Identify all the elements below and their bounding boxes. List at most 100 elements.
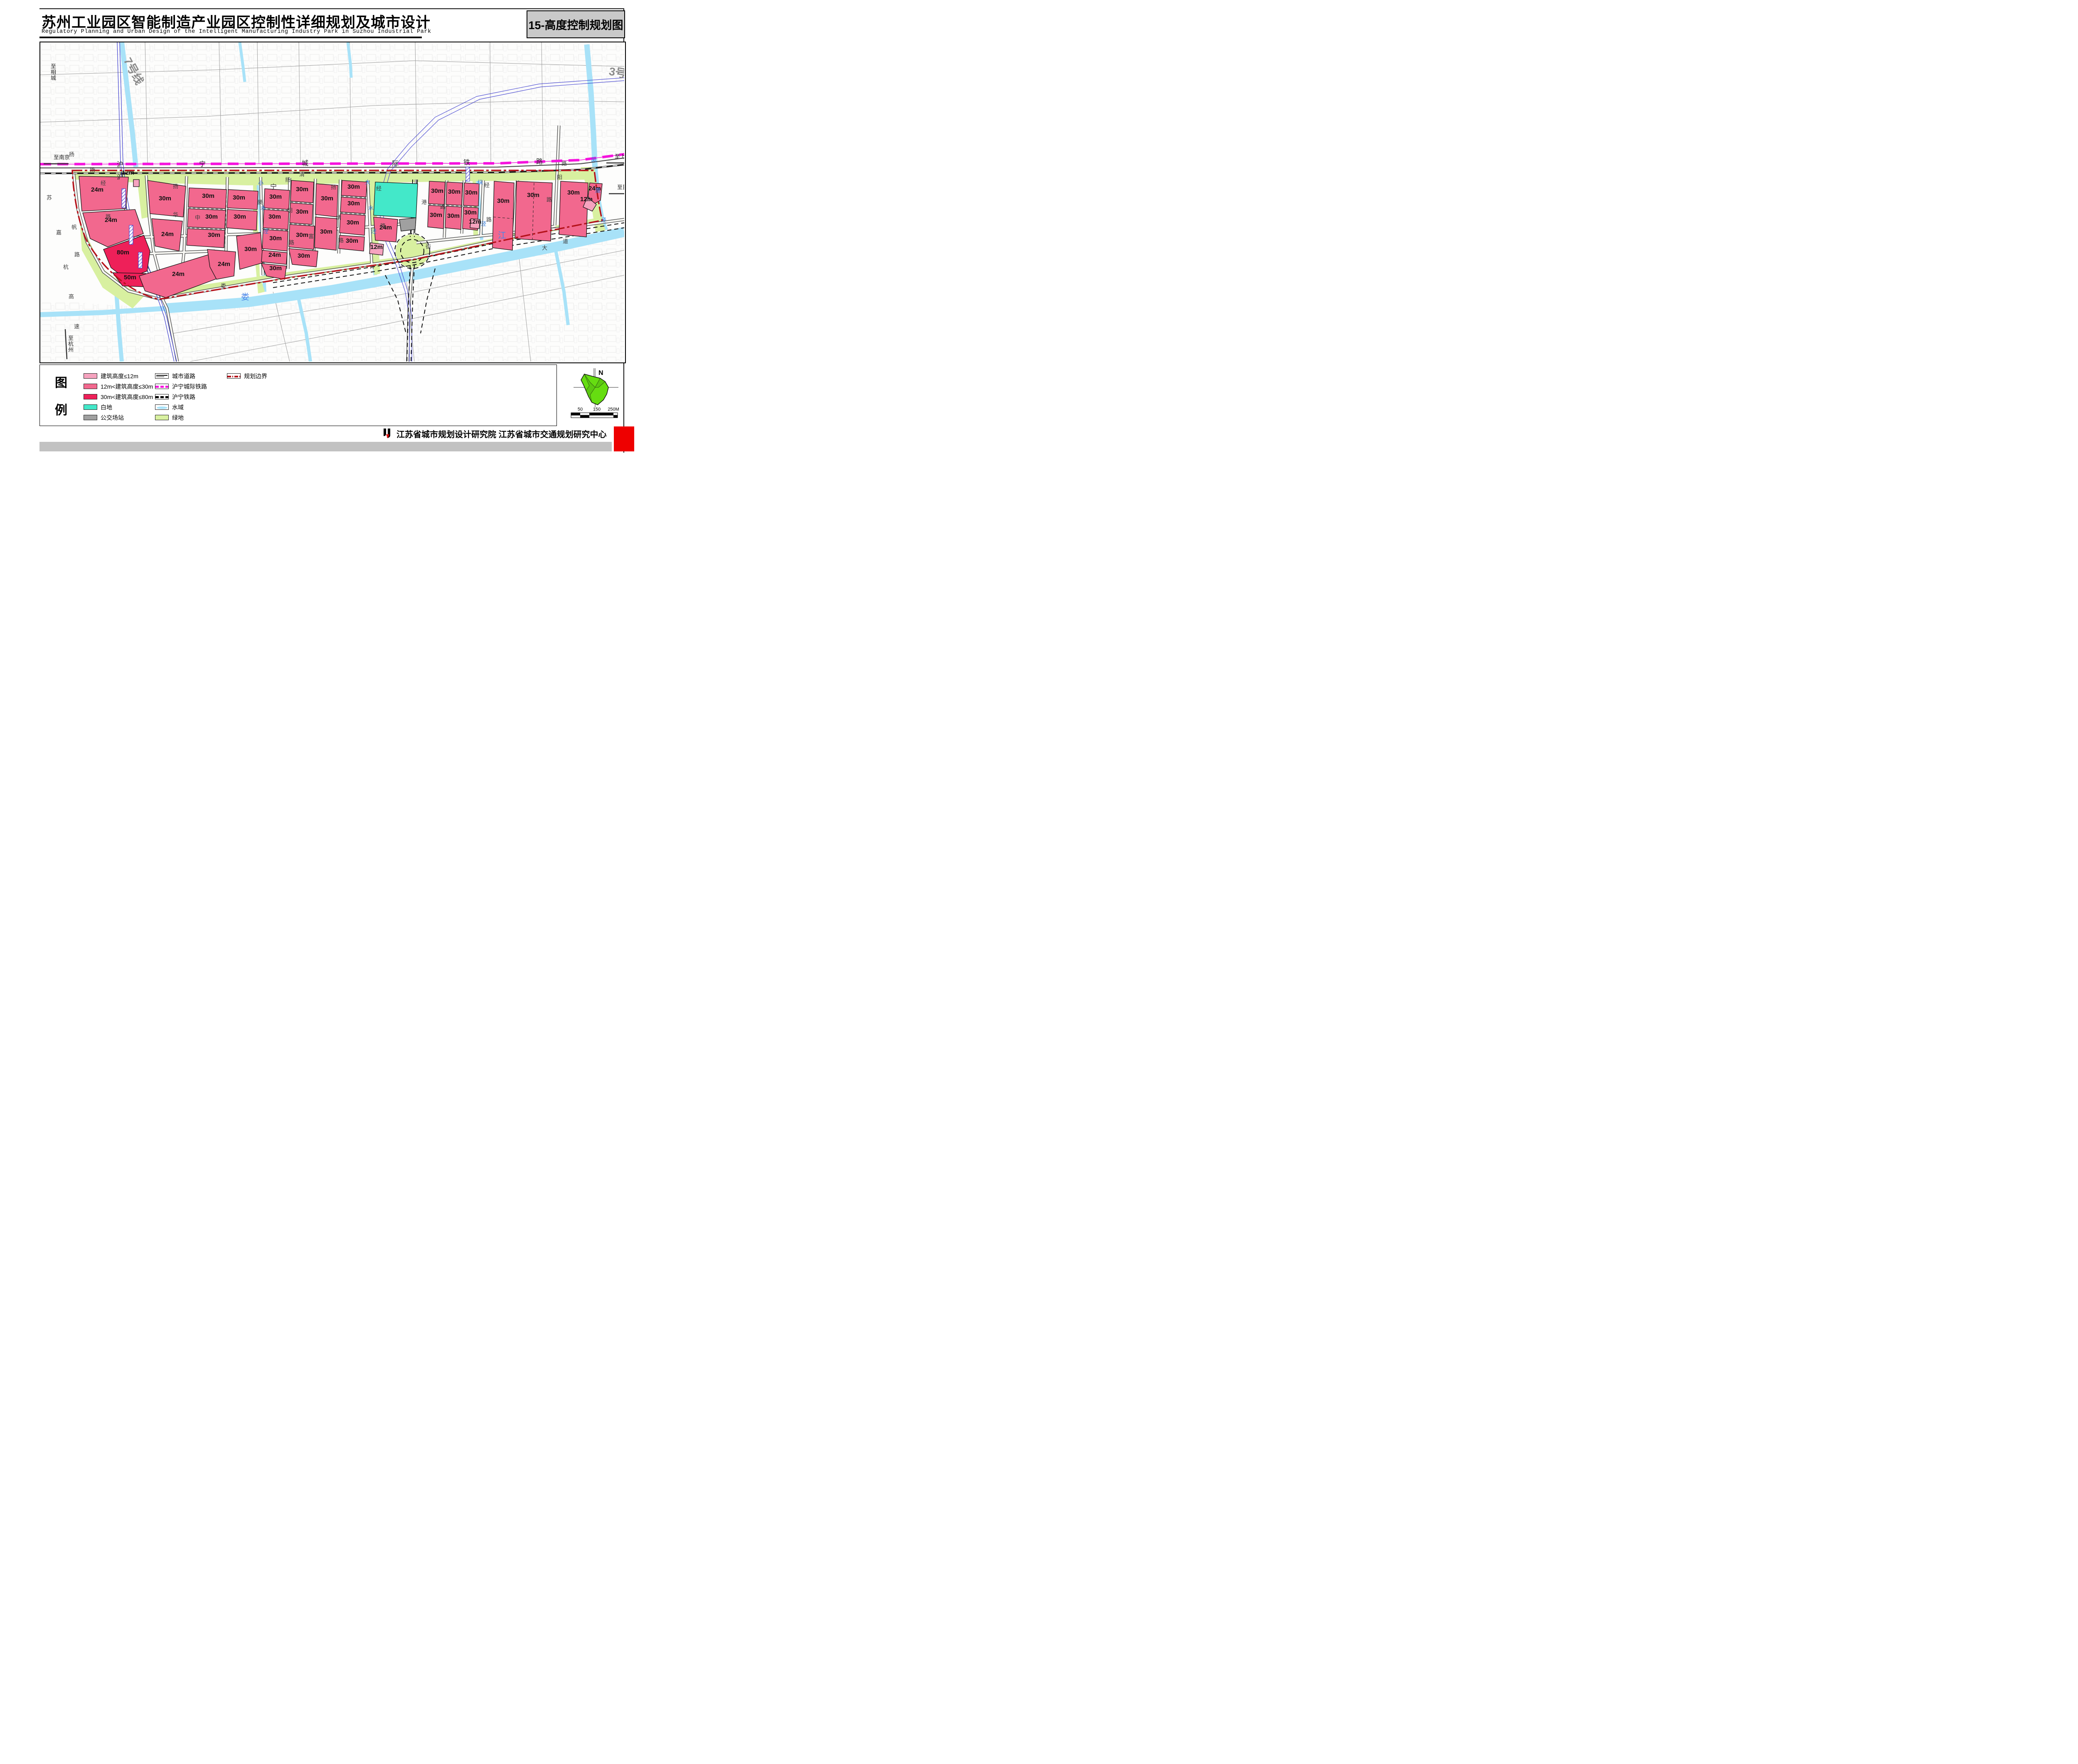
map-text-rd: 高 (69, 293, 74, 300)
parcel-height-label: 24m (91, 186, 103, 193)
sheet-number-box: 15-高度控制规划图 (527, 10, 625, 38)
parcel-height-label: 30m (296, 208, 308, 215)
legend-swatch-maglev (155, 384, 169, 389)
map-text-di: 至南京 (54, 154, 70, 160)
parcel-height-label: 30m (268, 213, 281, 220)
parcel-height-label: 30m (159, 195, 171, 202)
map-text-rd: 港 (421, 199, 427, 205)
parcel-height-label: 24m (218, 261, 230, 268)
legend-item: 建筑高度≤12m (84, 371, 153, 381)
metro-station (138, 252, 142, 268)
map-text-rd: 路 (380, 223, 386, 229)
map-text-bl: 凰 (595, 187, 601, 194)
legend-label: 建筑高度≤12m (101, 372, 138, 380)
legend-label: 12m<建筑高度≤30m (101, 382, 153, 391)
map-text-rv: 江 (498, 231, 506, 240)
legend-column-boundary: 规划边界 (227, 371, 267, 381)
map-text-rd: 经 (376, 185, 382, 192)
map-text-rd: 华 (173, 212, 178, 218)
map-text-bl: 凤 (591, 157, 596, 163)
scale-bar: 50 150 250M (571, 407, 619, 418)
parcel-height-label: 24m (161, 231, 174, 238)
map-text-rd: 中 (195, 214, 200, 221)
map-text-rd: 苏 (47, 195, 52, 201)
map-text-bl: 小 (258, 180, 263, 186)
map-text-rk: 沪 (117, 173, 123, 181)
bottom-gray-bar (39, 442, 612, 451)
parcel-height-label: 24m (268, 251, 281, 259)
map-text-rk: 际 (392, 160, 399, 168)
legend-swatch-pink-light (84, 373, 97, 379)
parcel-height-label: 12m (469, 218, 481, 225)
map-text-bl: 纵 (478, 179, 483, 185)
svg-text:150: 150 (593, 407, 601, 412)
parcel-height-label: 30m (465, 189, 478, 196)
map-canvas: 24m24m80m50m12m30m24m24m30m30m30m30m30m2… (40, 42, 624, 362)
parcel-height-label: 30m (447, 212, 460, 219)
legend-heading-1: 图 (55, 372, 67, 391)
metro-station (129, 225, 133, 244)
map-text-rd: 绣 (336, 214, 341, 221)
parcel-height-label: 30m (431, 187, 443, 195)
map-text-rd: 路 (547, 197, 552, 203)
parcel-height-label: 30m (269, 265, 282, 272)
legend-label: 沪宁铁路 (172, 393, 195, 401)
parcel-height-label: 30m (296, 232, 308, 239)
parcel-height-label: 30m (296, 186, 308, 193)
legend-item: 公交场站 (84, 412, 153, 423)
legend-swatch-boundary (227, 373, 241, 379)
legend-label: 沪宁城际铁路 (172, 382, 207, 391)
legend-column-heights: 建筑高度≤12m 12m<建筑高度≤30m 30m<建筑高度≤80m 白地公交场站 (84, 371, 153, 423)
sheet-top-rule (39, 8, 624, 9)
map-text-bl: 水 (368, 205, 374, 211)
parcel-height-label: 50m (124, 274, 136, 281)
map-text-rd: 扬 (331, 184, 336, 190)
map-text-rd: 富 (308, 233, 314, 239)
legend-swatch-water (155, 404, 169, 410)
map-text-rd: 路 (106, 214, 111, 220)
parcel-height-label: 30m (205, 213, 218, 220)
map-text-rd: 明 (287, 207, 293, 214)
legend-label: 白地 (101, 403, 112, 411)
parcel-height-label: 30m (298, 252, 310, 259)
legend-swatch-teal (84, 404, 97, 410)
map-text-rd: 嘉 (56, 229, 62, 236)
parcel (133, 180, 139, 187)
map-text-rd: 扬 (90, 167, 95, 173)
legend-item: 沪宁城际铁路 (155, 381, 207, 392)
map-text-di: 至上海 (615, 153, 624, 160)
legend-heading-2: 例 (55, 400, 67, 418)
map-text-rd: 清 (299, 171, 305, 177)
map-text-bl: 泾 (481, 221, 486, 227)
map-text-rd: 杭 (63, 264, 69, 270)
footer: 江苏省城市规划设计研究院 江苏省城市交通规划研究中心 (382, 427, 615, 440)
wind-rose: N (574, 368, 618, 407)
map-text-rk: 铁 (463, 159, 470, 166)
compass-rose: N 50 150 250M (565, 366, 623, 426)
legend-swatch-road (155, 373, 169, 379)
legend-column-lines: 城市道路沪宁城际铁路沪宁铁路水域绿地 (155, 371, 207, 423)
institute-names: 江苏省城市规划设计研究院 江苏省城市交通规划研究中心 (396, 428, 607, 440)
map-text-rd: 路 (561, 160, 567, 167)
legend-item: 沪宁铁路 (155, 392, 207, 402)
legend-label: 绿地 (172, 414, 184, 422)
wind-rose-polygon (581, 374, 608, 405)
map-text-rd: 经 (101, 180, 106, 186)
map-text-di: 至昆山 (617, 184, 624, 190)
parcel (399, 218, 416, 231)
map-text-rd: 扬 (173, 183, 178, 190)
map-text-rd: 街 (426, 244, 431, 250)
map-text-rd: 扬 (285, 177, 291, 183)
legend-item: 绿地 (155, 412, 207, 423)
map-text-rd: 路 (486, 217, 492, 223)
page-subtitle-en: Regulatory Planning and Urban Design of … (42, 29, 428, 35)
legend-item: 水域 (155, 402, 207, 412)
parcel-height-label: 30m (464, 209, 477, 216)
parcel-height-label: 30m (347, 219, 359, 226)
map-text-rd: 路 (440, 204, 446, 210)
legend-label: 30m<建筑高度≤80m (101, 393, 153, 401)
parcel-height-label: 30m (430, 212, 442, 219)
parcel-height-label: 30m (233, 194, 245, 201)
map-text-rd: 豪 (257, 199, 263, 205)
institute-logo (382, 428, 393, 439)
